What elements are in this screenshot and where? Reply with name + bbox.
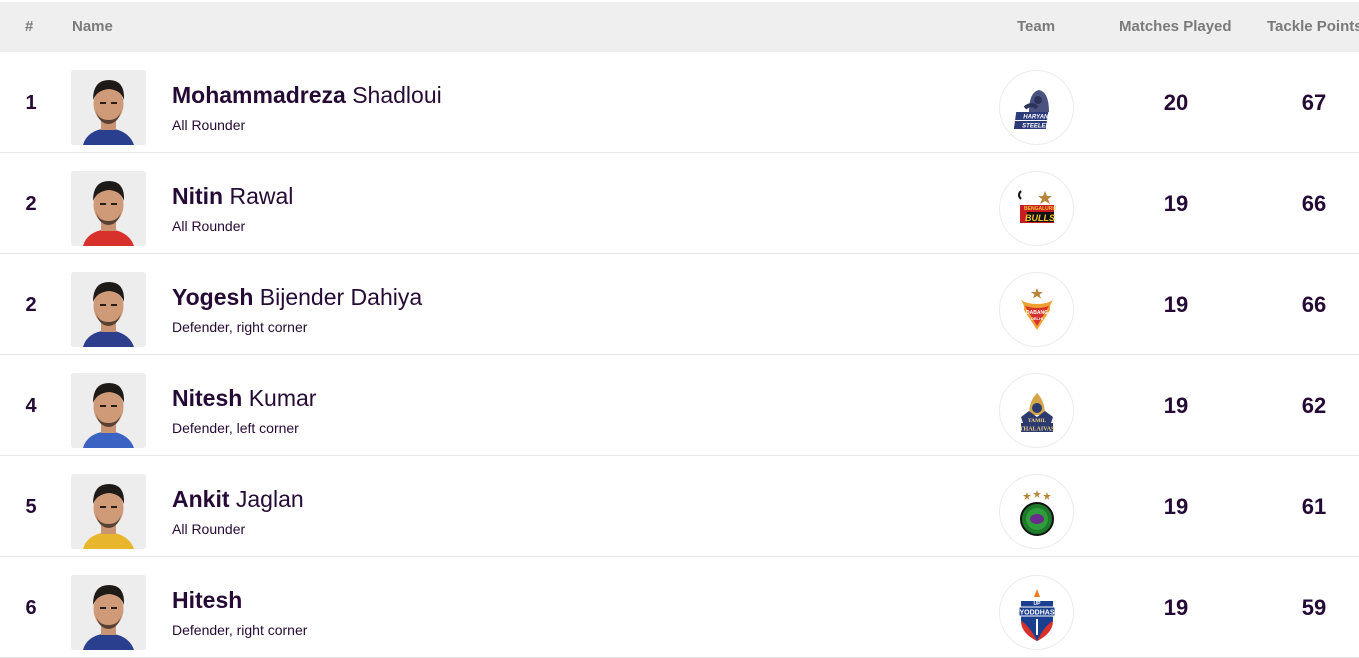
player-first-name: Nitesh (172, 385, 243, 411)
player-avatar-icon (71, 373, 146, 448)
player-first-name: Yogesh (172, 284, 254, 310)
player-photo[interactable] (71, 272, 146, 347)
player-rank: 6 (25, 597, 37, 619)
player-first-name: Nitin (172, 183, 224, 209)
player-last-name: Shadloui (352, 82, 442, 108)
team-logo[interactable] (999, 474, 1074, 549)
player-role: All Rounder (172, 521, 246, 537)
table-row[interactable]: 4 Nitesh Kumar Defender, left corner TAM… (0, 355, 1359, 456)
haryana-steelers-logo-icon: HARYANA STEELERS (1013, 89, 1054, 129)
player-last-name: Jaglan (235, 486, 304, 512)
table-header: # Name Team Matches Played Tackle Points (0, 2, 1359, 52)
player-photo[interactable] (71, 171, 146, 246)
tackle-points-value: 66 (1301, 191, 1327, 216)
team-logo[interactable]: DABANG DELHI (999, 272, 1074, 347)
table-row[interactable]: 2 Yogesh Bijender Dahiya Defender, right… (0, 254, 1359, 355)
player-last-name: Kumar (248, 385, 317, 411)
tamil-thalaivas-logo-icon: TAMIL THALAIVAS (1019, 392, 1055, 432)
matches-played-value: 19 (1163, 292, 1189, 317)
player-rank: 4 (25, 395, 37, 417)
tackle-points-value: 66 (1301, 292, 1327, 317)
matches-played-value: 19 (1163, 393, 1189, 418)
matches-played-value: 19 (1163, 494, 1189, 519)
tackle-points-value: 67 (1301, 90, 1327, 115)
player-name[interactable]: Ankit Jaglan (172, 486, 304, 513)
table-row[interactable]: 2 Nitin Rawal All Rounder BENGALURU BULLS… (0, 153, 1359, 254)
team-logo[interactable]: UP YODDHAS (999, 575, 1074, 650)
player-rank: 1 (25, 92, 37, 114)
player-role: Defender, left corner (172, 420, 299, 436)
player-avatar-icon (71, 474, 146, 549)
header-tackle-points[interactable]: Tackle Points (1267, 18, 1359, 35)
player-name[interactable]: Yogesh Bijender Dahiya (172, 284, 422, 311)
player-photo[interactable] (71, 373, 146, 448)
table-row[interactable]: 6 Hitesh Defender, right corner UP YODDHA… (0, 557, 1359, 658)
bengaluru-bulls-logo-icon: BENGALURUBULLS (1017, 189, 1056, 223)
patna-pirates-logo-icon (1019, 489, 1054, 536)
svg-text:STEELERS: STEELERS (1022, 123, 1054, 129)
tackle-points-value: 59 (1301, 595, 1327, 620)
leaderboard-table-body: 1 Mohammadreza Shadloui All Rounder HARY… (0, 52, 1359, 658)
player-role: Defender, right corner (172, 622, 308, 638)
player-first-name: Mohammadreza (172, 82, 346, 108)
header-rank: # (25, 18, 34, 35)
player-role: All Rounder (172, 218, 246, 234)
player-name[interactable]: Mohammadreza Shadloui (172, 82, 442, 109)
player-avatar-icon (71, 171, 146, 246)
table-row[interactable]: 5 Ankit Jaglan All Rounder 19 61 (0, 456, 1359, 557)
team-logo[interactable]: TAMIL THALAIVAS (999, 373, 1074, 448)
player-avatar-icon (71, 575, 146, 650)
player-avatar-icon (71, 272, 146, 347)
svg-text:BULLS: BULLS (1025, 213, 1055, 223)
player-avatar-icon (71, 70, 146, 145)
player-rank: 2 (25, 193, 37, 215)
header-team[interactable]: Team (1017, 18, 1055, 35)
svg-text:UP: UP (1033, 601, 1041, 607)
player-rank: 2 (25, 294, 37, 316)
player-first-name: Hitesh (172, 587, 243, 613)
table-row[interactable]: 1 Mohammadreza Shadloui All Rounder HARY… (0, 52, 1359, 153)
dabang-delhi-logo-icon: DABANGDELHI (1020, 287, 1053, 330)
up-yoddhas-logo-icon: UP YODDHAS (1018, 588, 1055, 641)
tackle-points-value: 62 (1301, 393, 1327, 418)
player-role: All Rounder (172, 117, 246, 133)
tackle-points-value: 61 (1301, 494, 1327, 519)
player-photo[interactable] (71, 70, 146, 145)
player-last-name: Bijender Dahiya (259, 284, 423, 310)
svg-text:TAMIL: TAMIL (1027, 418, 1046, 424)
svg-text:YODDHAS: YODDHAS (1019, 609, 1054, 616)
matches-played-value: 19 (1163, 595, 1189, 620)
header-matches-played[interactable]: Matches Played (1119, 18, 1232, 35)
player-name[interactable]: Hitesh (172, 587, 242, 614)
player-first-name: Ankit (172, 486, 230, 512)
player-photo[interactable] (71, 575, 146, 650)
svg-text:DELHI: DELHI (1031, 316, 1043, 321)
team-logo[interactable]: BENGALURU BULLS (999, 171, 1074, 246)
matches-played-value: 20 (1163, 90, 1189, 115)
player-role: Defender, right corner (172, 319, 308, 335)
player-name[interactable]: Nitesh Kumar (172, 385, 316, 412)
header-name[interactable]: Name (72, 18, 113, 35)
player-rank: 5 (25, 496, 37, 518)
player-last-name: Rawal (229, 183, 294, 209)
svg-text:THALAIVAS: THALAIVAS (1019, 426, 1055, 432)
team-logo[interactable]: HARYANA STEELERS (999, 70, 1074, 145)
svg-text:HARYANA: HARYANA (1023, 114, 1052, 120)
matches-played-value: 19 (1163, 191, 1189, 216)
svg-text:BENGALURU: BENGALURU (1024, 206, 1056, 212)
player-name[interactable]: Nitin Rawal (172, 183, 293, 210)
player-photo[interactable] (71, 474, 146, 549)
